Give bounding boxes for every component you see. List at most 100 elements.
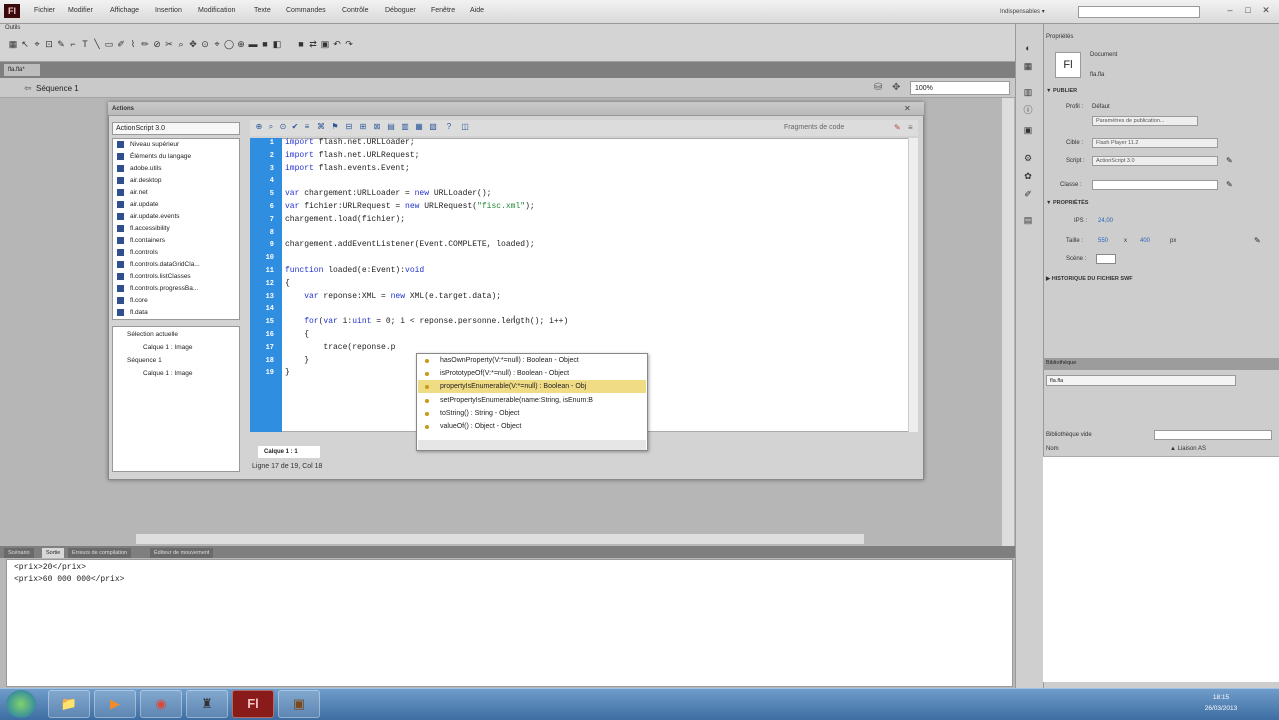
menu-controle[interactable]: Contrôle <box>342 7 368 14</box>
motion-presets-icon[interactable]: ✿ <box>1021 170 1035 182</box>
height-value[interactable]: 400 <box>1140 238 1150 244</box>
document-tab[interactable]: fla.fla* <box>4 64 40 76</box>
code-line[interactable]: var fichier:URLRequest = new URLRequest(… <box>285 202 535 211</box>
code-hint-item[interactable]: setPropertyIsEnumerable(name:String, isE… <box>418 394 646 407</box>
tool-icon[interactable]: ■ <box>296 38 306 50</box>
properties-tab[interactable]: Propriétés <box>1046 34 1073 40</box>
menu-deboguer[interactable]: Déboguer <box>385 7 416 14</box>
add-item-icon[interactable]: ⊕ <box>254 122 264 132</box>
tool-icon[interactable]: ⊕ <box>236 38 246 50</box>
align-icon[interactable]: ▥ <box>1021 86 1035 98</box>
find-icon[interactable]: ⌕ <box>266 122 276 132</box>
actions-panel-titlebar[interactable] <box>108 102 924 116</box>
code-hint-item[interactable]: propertyIsEnumerable(V:*=null) : Boolean… <box>418 380 646 394</box>
expand-all-icon[interactable]: ⊠ <box>372 122 382 132</box>
tool-icon[interactable]: ⌖ <box>32 38 42 50</box>
system-clock[interactable]: 18:15 26/03/2013 <box>1196 692 1246 714</box>
swatches-icon[interactable]: ▦ <box>1021 60 1035 72</box>
tool-icon[interactable]: ⊘ <box>152 38 162 50</box>
panel-menu-icon[interactable]: ≡ <box>908 123 913 132</box>
section-swf-history[interactable]: ▶ HISTORIQUE DU FICHIER SWF <box>1046 276 1276 282</box>
edit-class-icon[interactable]: ✎ <box>1226 180 1233 189</box>
class-tree-item[interactable]: fl.accessibility <box>117 225 170 232</box>
tool-icon[interactable]: ◯ <box>224 38 234 50</box>
code-line[interactable]: { <box>285 279 290 288</box>
class-input[interactable] <box>1092 180 1218 190</box>
code-line[interactable]: trace(reponse.p <box>285 343 395 352</box>
class-tree-item[interactable]: fl.data <box>117 309 148 316</box>
code-line[interactable]: chargement.load(fichier); <box>285 215 405 224</box>
code-line[interactable]: var chargement:URLLoader = new URLLoader… <box>285 189 491 198</box>
script-tab[interactable]: Calque 1 : 1 <box>258 446 320 458</box>
code-line[interactable]: import flash.events.Event; <box>285 164 410 173</box>
toolbox-tab[interactable]: Outils <box>5 25 20 31</box>
tool-icon[interactable]: ▦ <box>8 38 18 50</box>
code-line[interactable]: { <box>285 330 309 339</box>
taskbar-media-player[interactable]: ▶ <box>94 690 136 718</box>
class-tree-item[interactable]: Niveau supérieur <box>117 141 179 148</box>
section-properties[interactable]: ▼ PROPRIÉTÉS <box>1046 200 1276 206</box>
tool-icon[interactable]: T <box>80 38 90 50</box>
project-icon[interactable]: ▤ <box>1021 214 1035 226</box>
menu-texte[interactable]: Texte <box>254 7 271 14</box>
tool-icon[interactable]: ↷ <box>344 38 354 50</box>
code-hint-icon[interactable]: ⌘ <box>316 122 326 132</box>
class-tree-item[interactable]: fl.controls.listClasses <box>117 273 191 280</box>
class-tree-item[interactable]: fl.controls.dataGridCla... <box>117 261 200 268</box>
code-line[interactable]: var reponse:XML = new XML(e.target.data)… <box>285 292 501 301</box>
menu-affichage[interactable]: Affichage <box>110 7 139 14</box>
actions-tab[interactable]: Actions <box>112 106 134 112</box>
zoom-select[interactable]: 100% <box>910 81 1010 95</box>
tool-icon[interactable]: ↖ <box>20 38 30 50</box>
code-line[interactable]: function loaded(e:Event):void <box>285 266 424 275</box>
language-select[interactable]: ActionScript 3.0 <box>112 122 240 135</box>
target-select[interactable]: Flash Player 11.2 <box>1092 138 1218 148</box>
library-list[interactable] <box>1043 456 1279 682</box>
debug-options-icon[interactable]: ⚑ <box>330 122 340 132</box>
edit-scene-icon[interactable]: ⛁ <box>874 82 882 93</box>
tool-icon[interactable]: ▭ <box>104 38 114 50</box>
maximize-button[interactable]: □ <box>1240 3 1256 17</box>
class-tree-item[interactable]: air.update.events <box>117 213 180 220</box>
code-line[interactable]: import flash.net.URLLoader; <box>285 138 415 147</box>
auto-format-icon[interactable]: ≡ <box>302 122 312 132</box>
stage-color-swatch[interactable] <box>1096 254 1116 264</box>
menu-modification[interactable]: Modification <box>198 7 235 14</box>
tool-icon[interactable]: ⊙ <box>200 38 210 50</box>
library-tab[interactable]: Bibliothèque <box>1046 360 1076 366</box>
check-syntax-icon[interactable]: ✔ <box>290 122 300 132</box>
tool-icon[interactable]: ⇄ <box>308 38 318 50</box>
help-search-input[interactable] <box>1078 6 1200 18</box>
insert-target-icon[interactable]: ⊙ <box>278 122 288 132</box>
tool-icon[interactable]: ▣ <box>320 38 330 50</box>
menu-fichier[interactable]: Fichier <box>34 7 55 14</box>
panel-close-icon[interactable]: ✕ <box>904 104 911 113</box>
menu-commandes[interactable]: Commandes <box>286 7 326 14</box>
code-hint-item[interactable]: hasOwnProperty(V:*=null) : Boolean - Obj… <box>418 354 646 367</box>
class-tree-item[interactable]: fl.controls.progressBa... <box>117 285 198 292</box>
menu-modifier[interactable]: Modifier <box>68 7 93 14</box>
tool-icon[interactable]: ⌕ <box>176 38 186 50</box>
taskbar-explorer[interactable]: 📁 <box>48 690 90 718</box>
code-line[interactable]: chargement.addEventListener(Event.COMPLE… <box>285 240 535 249</box>
taskbar-chrome[interactable]: ◉ <box>140 690 182 718</box>
code-line[interactable]: } <box>285 368 290 377</box>
library-column-name[interactable]: Nom <box>1046 446 1059 452</box>
help-icon[interactable]: ? <box>444 122 454 132</box>
script-nav-item[interactable]: Calque 1 : Image <box>143 344 193 351</box>
script-nav-item[interactable]: Sélection actuelle <box>127 331 178 338</box>
code-hint-item[interactable]: isPrototypeOf(V:*=null) : Boolean - Obje… <box>418 367 646 380</box>
code-line[interactable]: } <box>285 356 309 365</box>
code-line[interactable]: import flash.net.URLRequest; <box>285 151 419 160</box>
menu-fenetre[interactable]: Fenêtre <box>431 7 455 14</box>
remove-comment-icon[interactable]: ▦ <box>414 122 424 132</box>
code-vertical-scrollbar[interactable] <box>908 138 918 432</box>
tool-icon[interactable]: ╲ <box>92 38 102 50</box>
class-tree-item[interactable]: fl.controls <box>117 249 158 256</box>
code-hint-item[interactable]: toString() : String - Object <box>418 407 646 420</box>
class-tree-item[interactable]: Éléments du langage <box>117 153 191 160</box>
width-value[interactable]: 550 <box>1098 238 1108 244</box>
collapse-selection-icon[interactable]: ⊞ <box>358 122 368 132</box>
taskbar-app[interactable]: ♜ <box>186 690 228 718</box>
output-panel[interactable] <box>6 559 1013 687</box>
